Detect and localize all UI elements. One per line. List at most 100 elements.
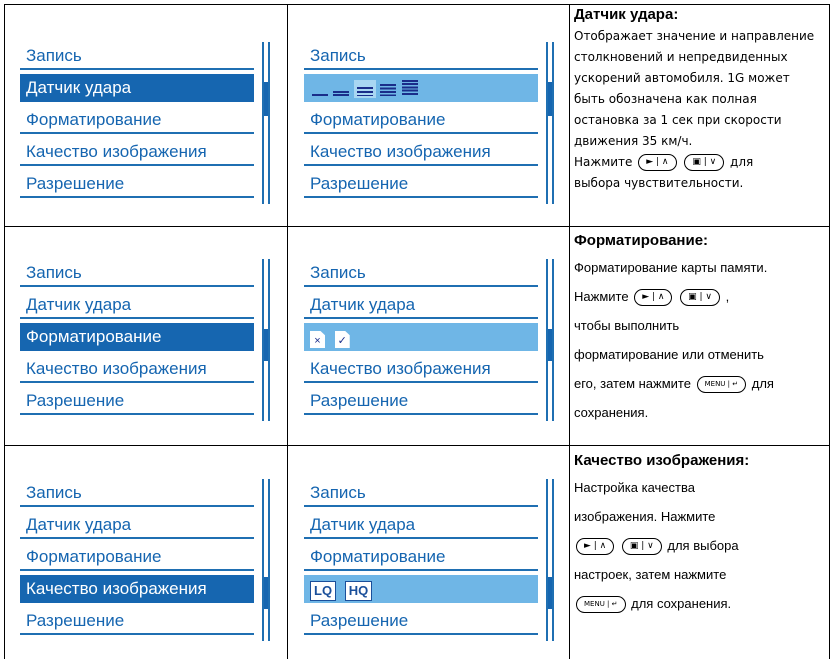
tail-text: для (751, 376, 774, 391)
menu-item-record[interactable]: Запись (20, 259, 254, 287)
scrollbar-thumb[interactable] (548, 577, 552, 609)
menu-item-format[interactable]: Форматирование (304, 543, 538, 571)
menu-item-resolution[interactable]: Разрешение (304, 607, 538, 635)
menu-item-image-quality[interactable]: Качество изображения (20, 138, 254, 166)
desc-line: движения 35 км/ч. (574, 134, 693, 148)
comma-text: , (725, 289, 730, 304)
menu-format-selected: Запись Датчик удара Форматирование Качес… (20, 259, 270, 421)
desc-line: изображения. Нажмите (574, 509, 716, 524)
desc-line: форматирование или отменить (574, 347, 764, 362)
scrollbar[interactable] (262, 479, 270, 641)
menu-item-image-quality[interactable]: Качество изображения (304, 355, 538, 383)
tail-text: для (730, 155, 754, 169)
sensitivity-selector[interactable] (304, 74, 538, 102)
menu-item-resolution[interactable]: Разрешение (304, 387, 538, 415)
play-up-key-icon: ► | ∧ (576, 538, 615, 556)
sensitivity-level-2[interactable] (333, 91, 349, 96)
menu-item-shock-sensor[interactable]: Датчик удара (20, 511, 254, 539)
desc-press-line: его, затем нажмите MENU | ↵ для (574, 369, 828, 398)
tail-text: для сохранения. (631, 596, 732, 611)
quality-lq-option[interactable]: LQ (310, 581, 337, 602)
quality-hq-option[interactable]: HQ (344, 581, 373, 602)
menu-item-record[interactable]: Запись (20, 479, 254, 507)
menu-item-format[interactable]: Форматирование (304, 106, 538, 134)
sensitivity-level-1[interactable] (312, 94, 328, 96)
menu-item-format[interactable]: Форматирование (20, 323, 254, 351)
menu-shock-sensitivity: Запись Форматирование Качество изображен… (304, 42, 554, 204)
menu-item-image-quality[interactable]: Качество изображения (20, 575, 254, 603)
menu-item-resolution[interactable]: Разрешение (20, 387, 254, 415)
menu-enter-key-icon: MENU | ↵ (696, 376, 747, 394)
menu-item-record[interactable]: Запись (304, 479, 538, 507)
menu-item-resolution[interactable]: Разрешение (304, 170, 538, 198)
menu-image-quality-selected: Запись Датчик удара Форматирование Качес… (20, 479, 270, 641)
menu-item-resolution[interactable]: Разрешение (20, 170, 254, 198)
menu-item-resolution[interactable]: Разрешение (20, 607, 254, 635)
sensitivity-level-4[interactable] (380, 84, 396, 96)
menu-item-format[interactable]: Форматирование (20, 543, 254, 571)
play-up-key-icon: ► | ∧ (638, 154, 677, 171)
desc-press-line: Нажмите ► | ∧ ▣ | ∨ , (574, 282, 828, 311)
menu-enter-key-icon: MENU | ↵ (576, 596, 626, 614)
quality-selector[interactable]: LQ HQ (304, 575, 538, 603)
desc-line: Отображает значение и направление (574, 29, 815, 43)
desc-line: Настройка качества (574, 480, 695, 495)
desc-line: настроек, затем нажмите (574, 567, 727, 582)
menu-item-image-quality[interactable]: Качество изображения (304, 138, 538, 166)
desc-line: столкновений и непредвиденных (574, 50, 788, 64)
press-text: Нажмите (574, 155, 633, 169)
scrollbar[interactable] (262, 42, 270, 204)
menu-item-shock-sensor[interactable]: Датчик удара (20, 291, 254, 319)
desc-line: выбора чувствительности. (574, 176, 744, 190)
scrollbar[interactable] (262, 259, 270, 421)
confirm-format-icon[interactable]: ✓ (334, 331, 350, 349)
scrollbar[interactable] (546, 42, 554, 204)
press-text: его, затем нажмите (574, 376, 691, 391)
menu-item-shock-sensor[interactable]: Датчик удара (304, 291, 538, 319)
menu-item-format[interactable]: Форматирование (20, 106, 254, 134)
menu-shock-sensor-selected: Запись Датчик удара Форматирование Качес… (20, 42, 270, 204)
press-text: Нажмите (574, 289, 629, 304)
table-row-divider-1 (4, 226, 830, 227)
table-divider-col2 (569, 4, 570, 659)
table-border-left (4, 4, 5, 659)
cancel-format-icon[interactable]: × (310, 331, 325, 349)
table-divider-col1 (287, 4, 288, 659)
menu-format-confirm: Запись Датчик удара × ✓ Качество изображ… (304, 259, 554, 421)
section-title: Качество изображения: (574, 452, 750, 469)
desc-line: Форматирование карты памяти. (574, 260, 768, 275)
desc-line: сохранения. (574, 405, 649, 420)
menu-item-record[interactable]: Запись (20, 42, 254, 70)
sensitivity-level-5[interactable] (402, 80, 418, 96)
desc-press-line: MENU | ↵ для сохранения. (574, 589, 828, 618)
sensitivity-level-3[interactable] (357, 87, 373, 96)
format-confirm-selector[interactable]: × ✓ (304, 323, 538, 351)
desc-line: быть обозначена как полная (574, 92, 757, 106)
scrollbar-thumb[interactable] (548, 329, 552, 361)
menu-item-record[interactable]: Запись (304, 42, 538, 70)
desc-line: остановка за 1 сек при скорости (574, 113, 782, 127)
menu-item-record[interactable]: Запись (304, 259, 538, 287)
table-border-top (4, 4, 830, 5)
menu-image-quality-options: Запись Датчик удара Форматирование LQ HQ… (304, 479, 554, 641)
scrollbar-thumb[interactable] (264, 329, 268, 361)
desc-line: чтобы выполнить (574, 318, 680, 333)
scrollbar[interactable] (546, 259, 554, 421)
scrollbar-thumb[interactable] (264, 82, 268, 116)
section-title: Датчик удара: (574, 6, 679, 23)
desc-press-line: ► | ∧ ▣ | ∨ для выбора (574, 531, 828, 560)
menu-item-image-quality[interactable]: Качество изображения (20, 355, 254, 383)
section-title: Форматирование: (574, 232, 709, 249)
desc-press-line: Нажмите ► | ∧ ▣ | ∨ для (574, 152, 828, 173)
play-up-key-icon: ► | ∧ (634, 289, 673, 307)
mode-down-key-icon: ▣ | ∨ (684, 154, 725, 171)
scrollbar[interactable] (546, 479, 554, 641)
scrollbar-thumb[interactable] (548, 82, 552, 116)
table-row-divider-2 (4, 445, 830, 446)
image-quality-description: Качество изображения: Настройка качества… (574, 452, 828, 618)
menu-item-shock-sensor[interactable]: Датчик удара (20, 74, 254, 102)
format-description: Форматирование: Форматирование карты пам… (574, 232, 828, 427)
mode-down-key-icon: ▣ | ∨ (680, 289, 720, 307)
scrollbar-thumb[interactable] (264, 577, 268, 609)
menu-item-shock-sensor[interactable]: Датчик удара (304, 511, 538, 539)
